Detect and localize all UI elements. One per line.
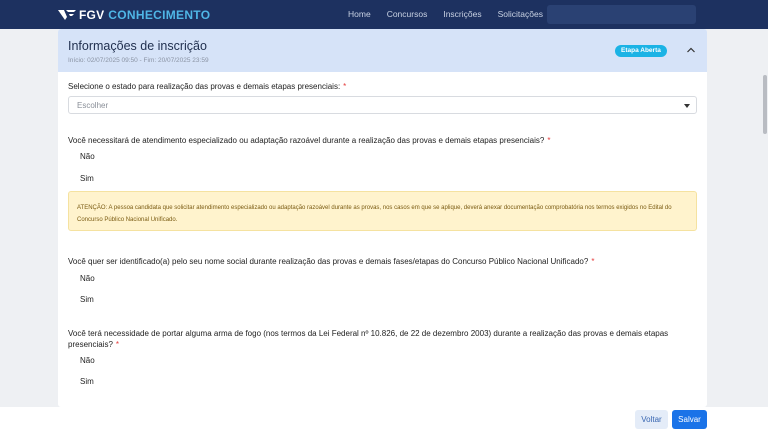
required-mark: *: [343, 82, 347, 91]
required-mark: *: [547, 136, 551, 145]
nav-inscricoes[interactable]: Inscrições: [443, 9, 481, 19]
warning-alert: ATENÇÃO: A pessoa candidata que solicita…: [68, 191, 697, 231]
nav-concursos[interactable]: Concursos: [387, 9, 428, 19]
section-dates: Início: 02/07/2025 09:50 - Fim: 20/07/20…: [68, 57, 209, 64]
chevron-up-icon[interactable]: [686, 45, 696, 55]
social-name-question: Você quer ser identificado(a) pelo seu n…: [68, 256, 693, 267]
state-question-label: Selecione o estado para realização das p…: [68, 82, 341, 91]
nav-search-input[interactable]: [547, 5, 696, 24]
state-question: Selecione o estado para realização das p…: [68, 81, 693, 92]
special-care-option-nao[interactable]: Não: [80, 152, 95, 161]
required-mark: *: [115, 340, 120, 349]
action-footer: Voltar Salvar: [0, 407, 768, 432]
nav-solicitacoes[interactable]: Solicitações: [498, 9, 543, 19]
fgv-logo[interactable]: FGV CONHECIMENTO: [58, 8, 210, 22]
special-care-label: Você necessitará de atendimento especial…: [68, 136, 545, 145]
section-title: Informações de inscrição: [68, 39, 207, 53]
caret-down-icon: [684, 104, 690, 108]
firearm-option-sim[interactable]: Sim: [80, 377, 94, 386]
registration-info-card: Informações de inscrição Início: 02/07/2…: [58, 29, 707, 407]
card-header[interactable]: Informações de inscrição Início: 02/07/2…: [58, 29, 707, 72]
state-select-value: Escolher: [77, 101, 109, 110]
warning-alert-text: ATENÇÃO: A pessoa candidata que solicita…: [77, 205, 672, 223]
special-care-option-sim[interactable]: Sim: [80, 174, 94, 183]
back-button[interactable]: Voltar: [635, 410, 668, 429]
required-mark: *: [591, 257, 595, 266]
firearm-question: Você terá necessidade de portar alguma a…: [68, 328, 693, 350]
main-nav: Home Concursos Inscrições Solicitações: [348, 9, 559, 19]
save-button[interactable]: Salvar: [672, 410, 707, 429]
top-navbar: FGV CONHECIMENTO Home Concursos Inscriçõ…: [0, 0, 768, 29]
social-name-option-nao[interactable]: Não: [80, 274, 95, 283]
fgv-logo-mark-icon: [58, 10, 76, 20]
social-name-option-sim[interactable]: Sim: [80, 295, 94, 304]
status-badge: Etapa Aberta: [615, 45, 667, 57]
page-scrollbar[interactable]: [761, 29, 768, 407]
special-care-question: Você necessitará de atendimento especial…: [68, 135, 693, 146]
brand-name: CONHECIMENTO: [108, 8, 211, 22]
scrollbar-thumb[interactable]: [763, 75, 767, 134]
brand-prefix: FGV: [79, 8, 105, 22]
social-name-label: Você quer ser identificado(a) pelo seu n…: [68, 257, 589, 266]
nav-home[interactable]: Home: [348, 9, 371, 19]
firearm-label: Você terá necessidade de portar alguma a…: [68, 329, 669, 349]
state-select[interactable]: Escolher: [68, 96, 697, 114]
firearm-option-nao[interactable]: Não: [80, 356, 95, 365]
